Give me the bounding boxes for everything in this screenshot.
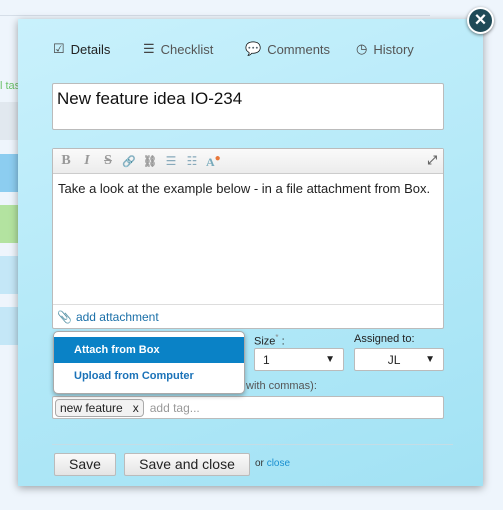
background-panel [0, 15, 430, 16]
close-icon[interactable]: × [467, 7, 494, 34]
background-card [0, 256, 18, 294]
clock-icon: ◷ [356, 41, 368, 56]
expand-icon[interactable]: ⤢ [427, 153, 437, 168]
attachment-menu: Attach from Box Upload from Computer [53, 331, 245, 394]
bold-button[interactable]: B [59, 153, 73, 169]
background-card [0, 205, 18, 243]
tab-comments[interactable]: 💬 Comments [245, 41, 330, 57]
attach-from-box-item[interactable]: Attach from Box [54, 337, 244, 363]
tag-placeholder[interactable]: add tag... [150, 401, 200, 415]
strikethrough-button[interactable]: S [101, 153, 115, 169]
upload-from-computer-item[interactable]: Upload from Computer [54, 363, 244, 389]
task-modal: ☑ Details ☰ Checklist 💬 Comments ◷ History N… [18, 19, 483, 486]
list-icon: ☰ [143, 41, 155, 56]
size-label: Size* : [254, 333, 285, 348]
title-textarea[interactable]: New feature idea IO-234 [52, 83, 444, 130]
assigned-label: Assigned to: [354, 333, 415, 345]
remove-format-icon[interactable]: A● [206, 153, 221, 170]
checkbox-icon: ☑ [53, 41, 65, 56]
chevron-down-icon: ▼ [425, 354, 435, 365]
unlink-icon[interactable]: ⛓ [143, 155, 157, 168]
background-row [0, 102, 18, 140]
background-card [0, 307, 18, 345]
chevron-down-icon: ▼ [325, 354, 335, 365]
bullet-list-icon[interactable]: ☰ [164, 154, 178, 168]
italic-button[interactable]: I [80, 153, 94, 169]
or-close: or close [255, 458, 291, 469]
numbered-list-icon[interactable]: ☷ [185, 154, 199, 168]
remove-tag-button[interactable]: x [133, 401, 139, 415]
tags-input[interactable]: new feature x add tag... [52, 396, 444, 419]
editor-content[interactable]: Take a look at the example below - in a … [53, 174, 443, 304]
tab-checklist[interactable]: ☰ Checklist [143, 41, 213, 57]
add-attachment-link[interactable]: 📎 add attachment [53, 304, 443, 329]
tab-details[interactable]: ☑ Details [53, 41, 110, 57]
close-link[interactable]: close [267, 458, 290, 469]
link-icon[interactable]: 🔗 [122, 155, 136, 168]
assigned-select[interactable]: JL ▼ [354, 348, 444, 371]
size-select[interactable]: 1 ▼ [254, 348, 344, 371]
tag-chip: new feature x [55, 398, 144, 417]
save-and-close-button[interactable]: Save and close [124, 453, 250, 476]
comments-icon: 💬 [245, 41, 262, 56]
editor-toolbar: B I S 🔗 ⛓ ☰ ☷ A● ⤢ [53, 149, 443, 174]
background-card [0, 154, 18, 192]
divider [52, 444, 453, 445]
description-editor: B I S 🔗 ⛓ ☰ ☷ A● ⤢ Take a look at the ex… [52, 148, 444, 329]
tags-label: with commas): [246, 380, 317, 392]
tab-history[interactable]: ◷ History [356, 41, 414, 57]
paperclip-icon: 📎 [57, 310, 72, 324]
save-button[interactable]: Save [54, 453, 116, 476]
